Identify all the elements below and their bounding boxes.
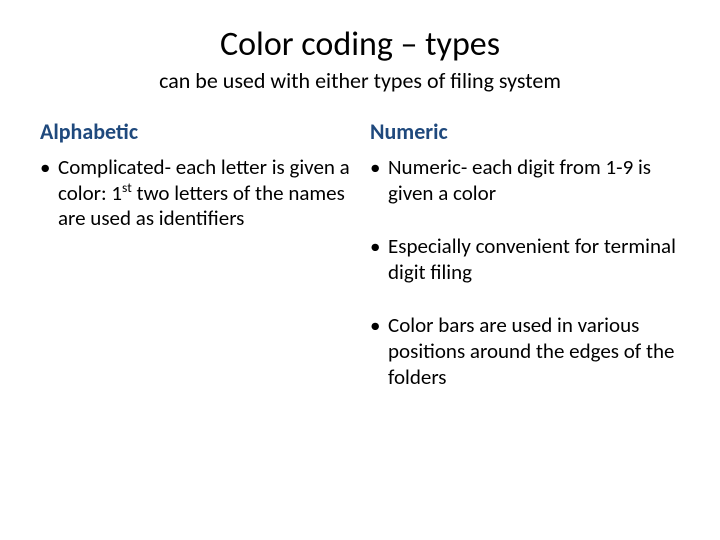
list-item: Especially convenient for terminal digit… xyxy=(370,234,680,285)
right-column: Numeric Numeric- each digit from 1-9 is … xyxy=(370,118,680,418)
slide-title: Color coding – types xyxy=(40,20,680,65)
left-column-heading: Alphabetic xyxy=(40,118,350,145)
list-item: Numeric- each digit from 1-9 is given a … xyxy=(370,155,680,206)
slide: Color coding – types can be used with ei… xyxy=(0,0,720,540)
bullet-text-sup: st xyxy=(122,179,132,196)
right-column-heading: Numeric xyxy=(370,118,680,145)
list-item: Complicated- each letter is given a colo… xyxy=(40,155,350,232)
right-bullet-list: Numeric- each digit from 1-9 is given a … xyxy=(370,155,680,390)
left-bullet-list: Complicated- each letter is given a colo… xyxy=(40,155,350,232)
list-item: Color bars are used in various positions… xyxy=(370,313,680,390)
content-columns: Alphabetic Complicated- each letter is g… xyxy=(40,118,680,418)
left-column: Alphabetic Complicated- each letter is g… xyxy=(40,118,350,418)
slide-subtitle: can be used with either types of filing … xyxy=(40,67,680,94)
